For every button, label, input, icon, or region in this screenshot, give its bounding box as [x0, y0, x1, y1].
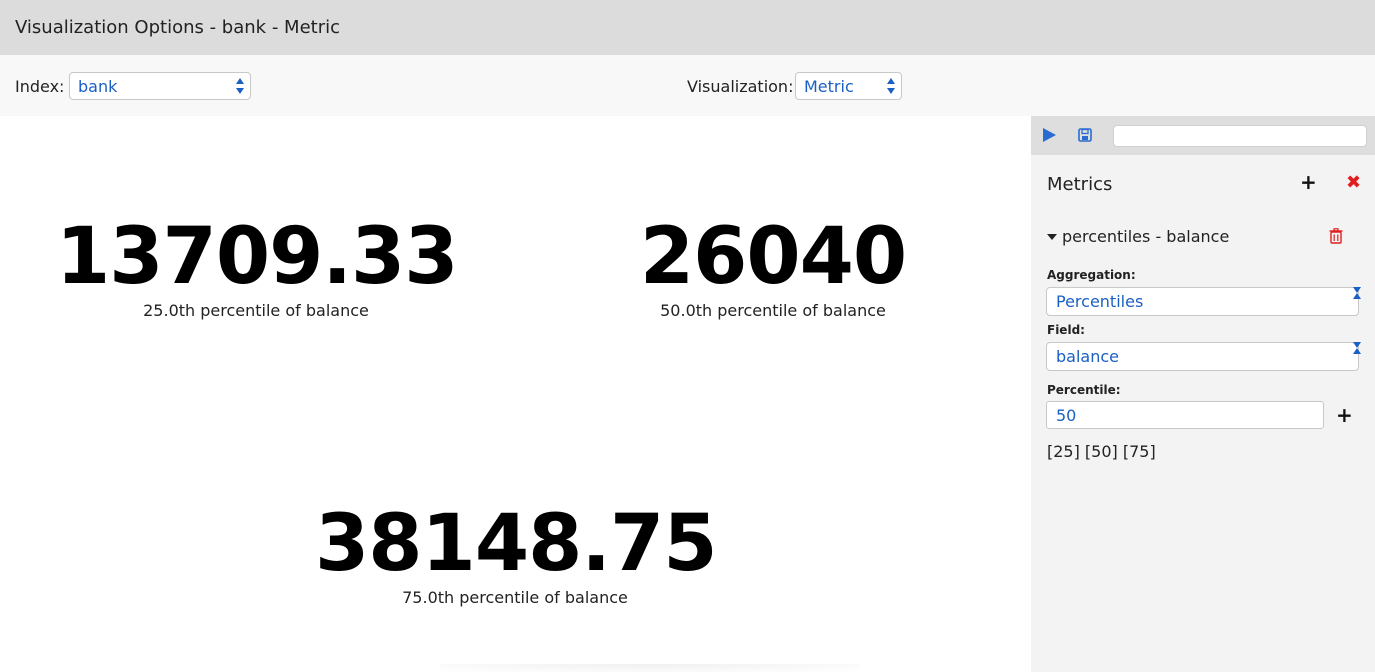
metric-label: 75.0th percentile of balance	[402, 588, 628, 607]
bottom-shadow	[440, 664, 860, 672]
percentile-input[interactable]	[1046, 401, 1324, 429]
metric-display-2: 26040 50.0th percentile of balance	[573, 218, 973, 320]
visualization-label: Visualization:	[687, 77, 794, 96]
index-label: Index:	[15, 77, 65, 96]
save-icon[interactable]	[1078, 128, 1092, 142]
options-bar: Index: bank Visualization: Metric	[0, 55, 1375, 116]
metric-value: 13709.33	[56, 212, 459, 302]
add-metric-icon[interactable]: +	[1300, 172, 1317, 192]
panel-toolbar	[1031, 116, 1375, 155]
percentile-list: [25] [50] [75]	[1047, 442, 1156, 461]
metrics-heading: Metrics	[1047, 174, 1113, 195]
metric-display-3: 38148.75 75.0th percentile of balance	[315, 499, 718, 607]
metric-value: 38148.75	[315, 499, 718, 589]
select-arrows-icon	[236, 78, 244, 94]
metric-display-1: 13709.33 25.0th percentile of balance	[56, 212, 459, 320]
field-select[interactable]: balance	[1046, 342, 1361, 371]
metric-value: 26040	[639, 212, 907, 302]
percentile-label: Percentile:	[1047, 383, 1121, 397]
aggregation-title: percentiles - balance	[1062, 227, 1230, 246]
aggregation-toggle[interactable]: percentiles - balance	[1047, 227, 1229, 246]
aggregation-label: Aggregation:	[1047, 268, 1136, 282]
aggregation-select-value: Percentiles	[1056, 292, 1144, 311]
field-select-value: balance	[1056, 347, 1119, 366]
window-title: Visualization Options - bank - Metric	[15, 17, 340, 38]
metrics-panel: Metrics + ✖ percentiles - balance Aggreg…	[1031, 116, 1375, 672]
trash-icon[interactable]	[1329, 228, 1343, 244]
visualization-select-value: Metric	[804, 76, 854, 96]
metric-label: 25.0th percentile of balance	[143, 301, 369, 320]
aggregation-select[interactable]: Percentiles	[1046, 287, 1361, 316]
close-icon[interactable]: ✖	[1346, 173, 1361, 193]
add-percentile-icon[interactable]: +	[1336, 405, 1353, 425]
index-select[interactable]: bank	[69, 72, 251, 100]
select-arrows-icon	[887, 78, 895, 94]
index-select-value: bank	[78, 76, 118, 96]
field-label: Field:	[1047, 323, 1085, 337]
window-titlebar: Visualization Options - bank - Metric	[0, 0, 1375, 55]
metric-label: 50.0th percentile of balance	[660, 301, 886, 320]
caret-down-icon	[1047, 233, 1057, 240]
visualization-select[interactable]: Metric	[795, 72, 902, 100]
panel-search-input[interactable]	[1113, 125, 1367, 147]
play-icon[interactable]	[1043, 128, 1056, 142]
